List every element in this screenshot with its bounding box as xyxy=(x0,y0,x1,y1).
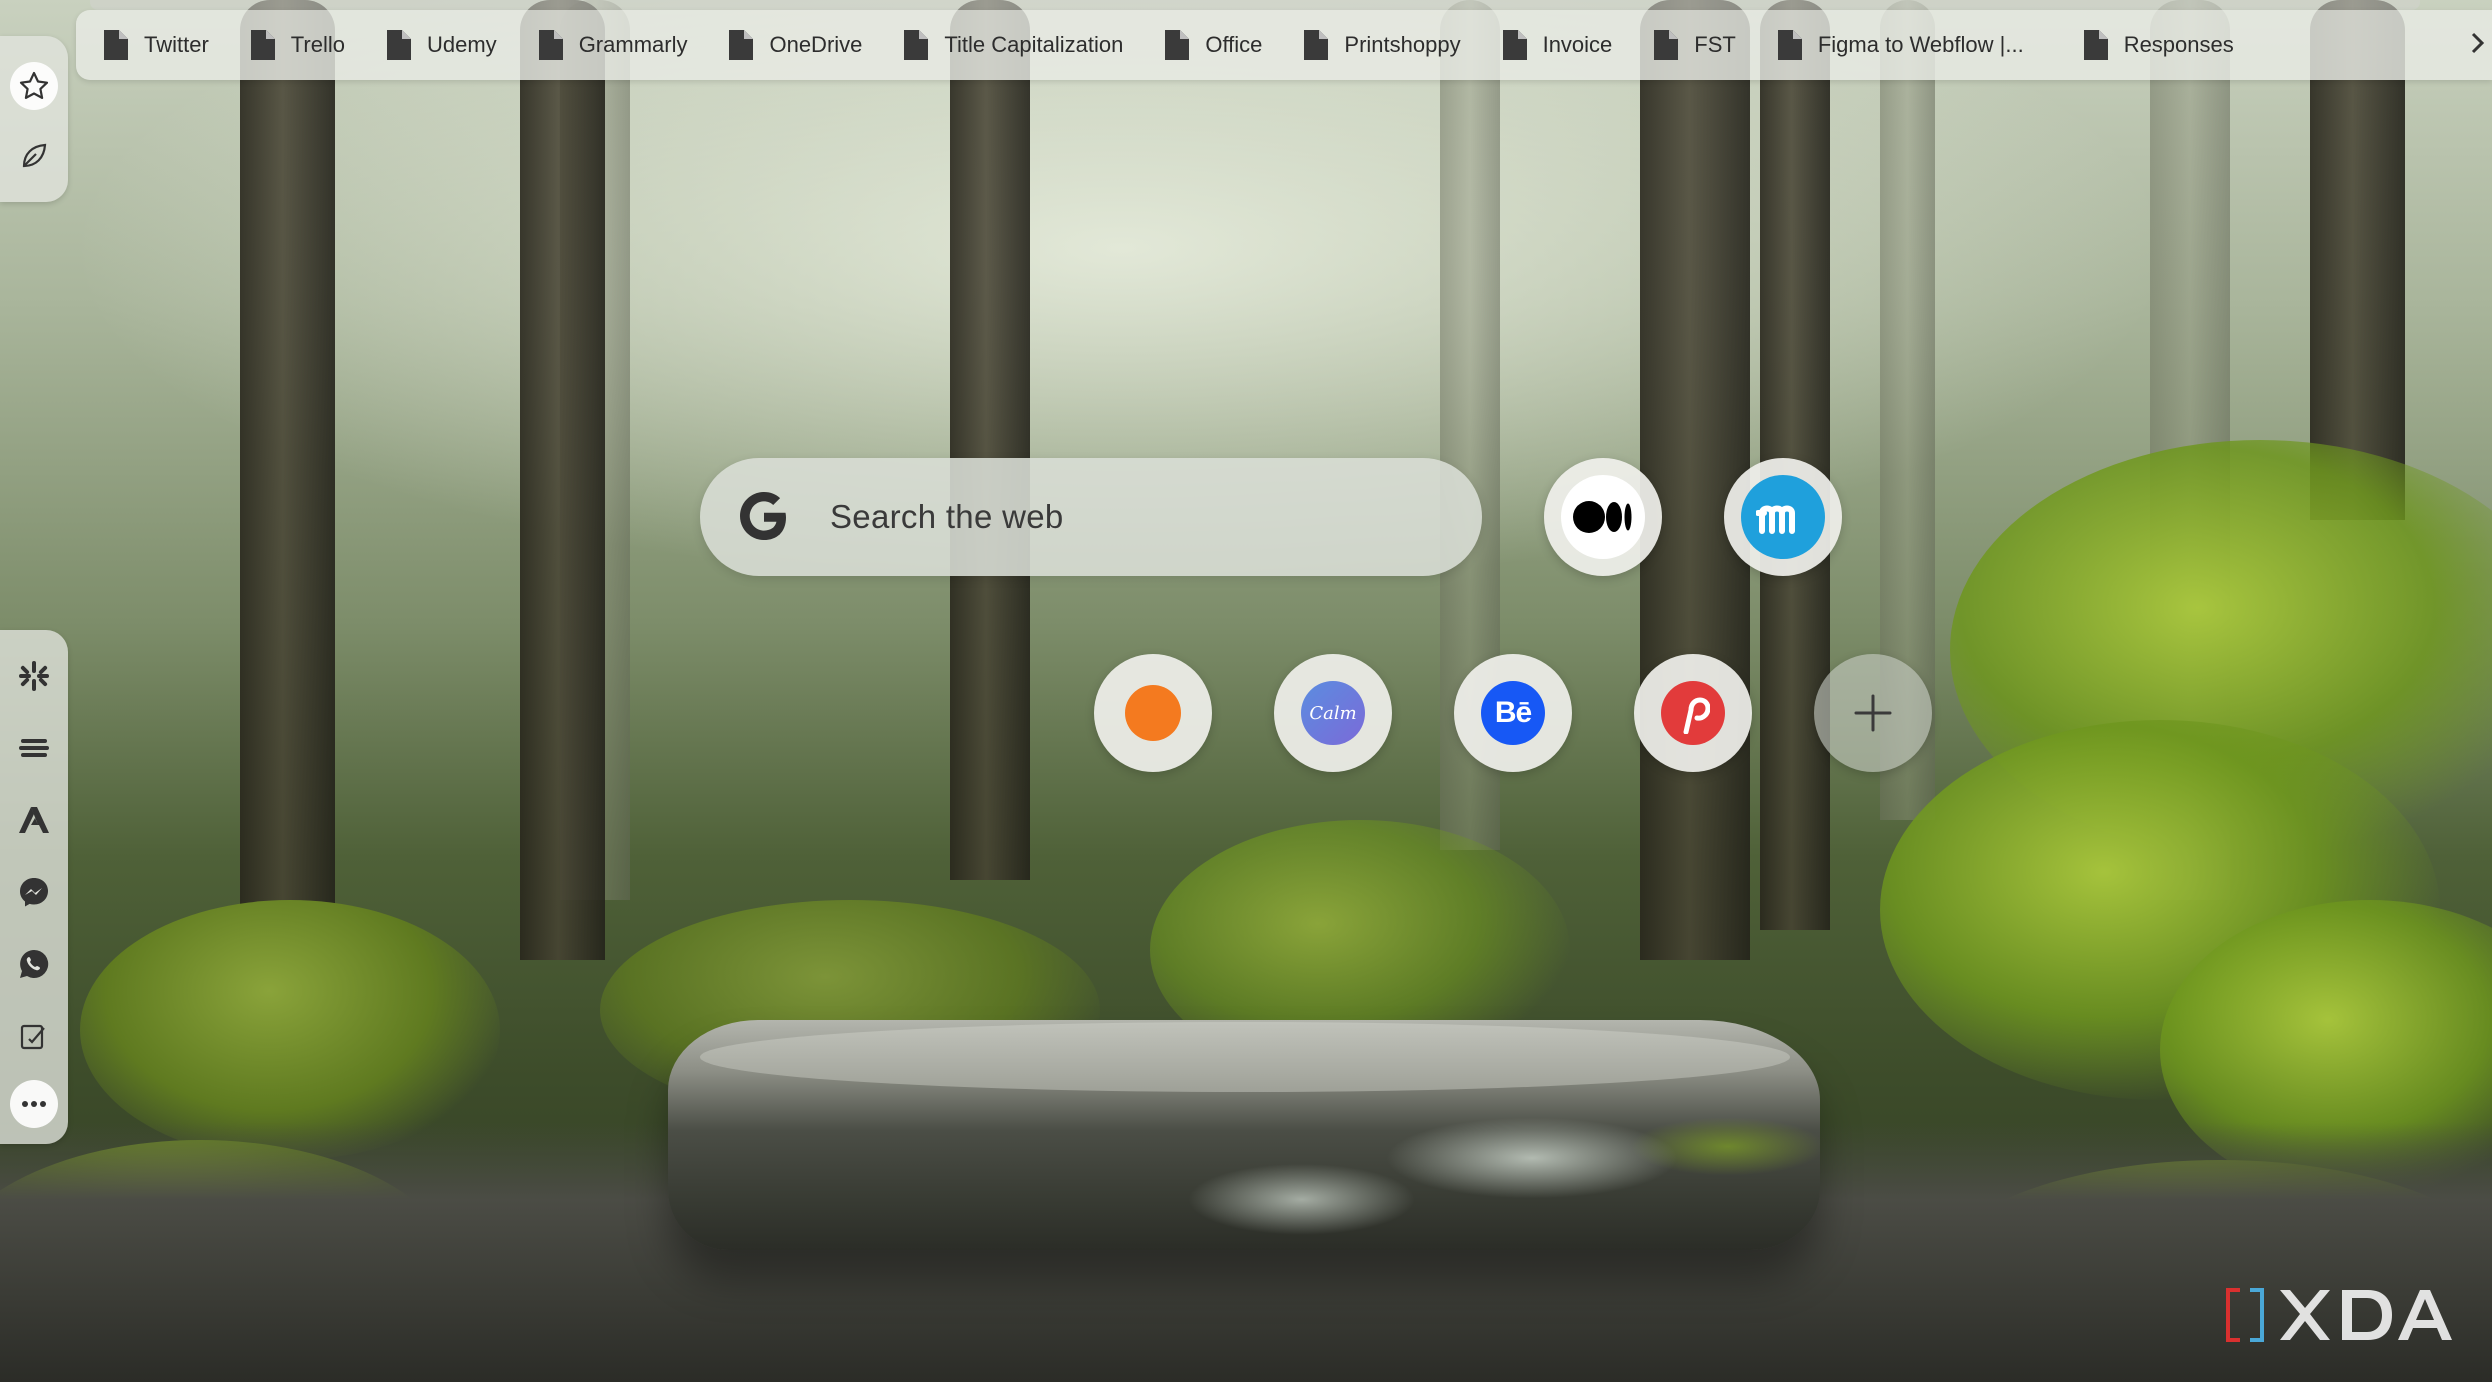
shortcut-orange[interactable] xyxy=(1094,654,1212,772)
search-bar[interactable]: Search the web xyxy=(700,458,1482,576)
bookmark-label: FST xyxy=(1694,32,1736,57)
document-icon xyxy=(1654,30,1679,60)
add-shortcut-button[interactable] xyxy=(1814,654,1932,772)
bookmark-trello[interactable]: Trello xyxy=(223,21,359,69)
document-icon xyxy=(2083,30,2108,60)
orange-circle-icon xyxy=(1125,685,1181,741)
document-icon xyxy=(1304,30,1329,60)
document-icon xyxy=(904,30,929,60)
layers-icon[interactable] xyxy=(10,724,58,772)
tab-strip xyxy=(90,0,2420,10)
whatsapp-icon[interactable] xyxy=(10,940,58,988)
leaf-icon[interactable] xyxy=(10,132,58,180)
bookmark-figma-to-webflow[interactable]: Figma to Webflow |... xyxy=(1750,21,2038,69)
bookmark-label: Title Capitalization xyxy=(944,32,1124,57)
mailerlite-m-icon xyxy=(1756,505,1795,534)
plus-icon xyxy=(1854,694,1892,732)
bookmark-label: Responses xyxy=(2123,32,2234,57)
notes-icon[interactable] xyxy=(10,1012,58,1060)
shortcut-calm[interactable]: Calm xyxy=(1274,654,1392,772)
bookmark-office[interactable]: Office xyxy=(1137,21,1276,69)
shortcut-medium[interactable] xyxy=(1544,458,1662,576)
forest-wallpaper xyxy=(0,0,2492,1382)
behance-icon: Bē xyxy=(1494,696,1532,729)
pinterest-p-icon xyxy=(1683,697,1710,734)
bookmark-label: Grammarly xyxy=(578,32,688,57)
document-icon xyxy=(538,30,563,60)
bookmark-label: Udemy xyxy=(427,32,497,57)
bookmark-twitter[interactable]: Twitter xyxy=(76,21,223,69)
bookmark-invoice[interactable]: Invoice xyxy=(1475,21,1627,69)
document-icon xyxy=(1777,30,1802,60)
medium-icon xyxy=(1573,501,1632,533)
shortcut-pinterest[interactable] xyxy=(1634,654,1752,772)
document-icon xyxy=(1165,30,1190,60)
bookmark-label: Office xyxy=(1205,32,1263,57)
slack-icon[interactable] xyxy=(10,652,58,700)
bookmarks-bar: Twitter Trello Udemy Grammarly OneDrive … xyxy=(76,10,2492,80)
bookmark-label: Twitter xyxy=(144,32,209,57)
bookmark-udemy[interactable]: Udemy xyxy=(359,21,511,69)
bookmark-label: Trello xyxy=(290,32,345,57)
bookmark-label: Figma to Webflow |... xyxy=(1817,32,2024,57)
document-icon xyxy=(729,30,754,60)
bookmark-title-capitalization[interactable]: Title Capitalization xyxy=(876,21,1137,69)
document-icon xyxy=(250,30,275,60)
sidebar-top-group xyxy=(0,36,68,202)
bookmark-label: Invoice xyxy=(1542,32,1613,57)
document-icon xyxy=(387,30,411,60)
chevron-right-icon[interactable] xyxy=(2468,28,2488,58)
bookmark-label: Printshoppy xyxy=(1344,32,1461,57)
adobe-icon[interactable] xyxy=(10,796,58,844)
search-placeholder: Search the web xyxy=(830,498,1064,535)
document-icon xyxy=(1502,30,1527,60)
bookmark-onedrive[interactable]: OneDrive xyxy=(701,21,876,69)
bookmark-responses[interactable]: Responses xyxy=(2038,21,2248,69)
google-g-icon xyxy=(740,492,786,540)
star-icon[interactable] xyxy=(10,62,58,110)
bookmark-label: OneDrive xyxy=(769,32,863,57)
shortcut-mailerlite[interactable] xyxy=(1724,458,1842,576)
bookmark-fst[interactable]: FST xyxy=(1626,21,1750,69)
calm-icon: Calm xyxy=(1309,702,1357,724)
xda-logo xyxy=(2226,1288,2452,1342)
document-icon xyxy=(104,30,128,60)
shortcut-behance[interactable]: Bē xyxy=(1454,654,1572,772)
more-icon[interactable] xyxy=(10,1080,58,1128)
bookmark-printshoppy[interactable]: Printshoppy xyxy=(1276,21,1474,69)
sidebar-apps-group xyxy=(0,630,68,1144)
bookmark-grammarly[interactable]: Grammarly xyxy=(511,21,702,69)
messenger-icon[interactable] xyxy=(10,868,58,916)
